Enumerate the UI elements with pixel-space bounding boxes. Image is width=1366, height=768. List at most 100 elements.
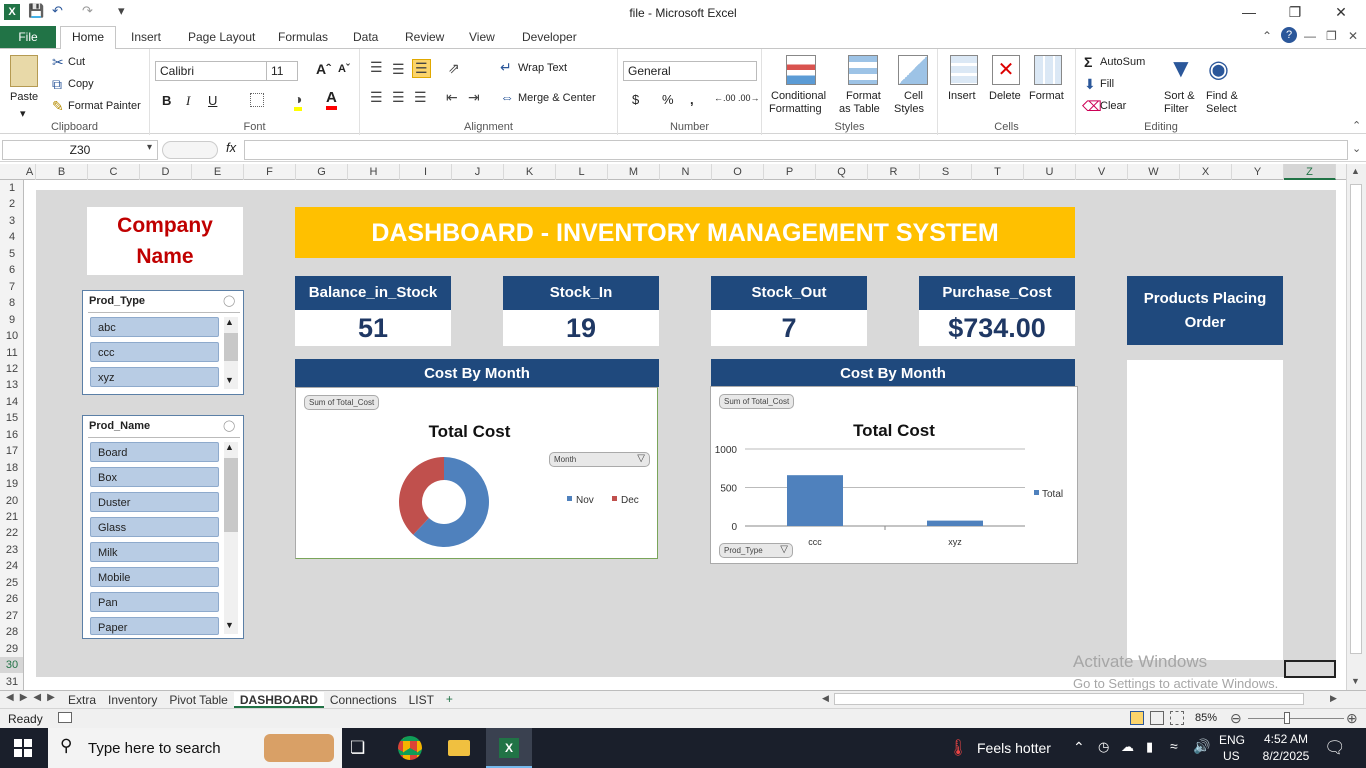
page-layout-view-icon[interactable]: [1150, 711, 1164, 725]
orientation-icon[interactable]: ⇗: [448, 60, 460, 77]
row-header[interactable]: 5: [0, 246, 23, 262]
clear-button[interactable]: Clear: [1100, 100, 1126, 112]
tab-view[interactable]: View: [469, 30, 495, 44]
column-header[interactable]: U: [1024, 164, 1076, 180]
clear-filter-icon[interactable]: ◯: [223, 419, 235, 432]
vertical-scrollbar[interactable]: ▲ ▼: [1346, 164, 1366, 690]
horizontal-scrollbar[interactable]: ◀ ▶: [812, 691, 1348, 707]
tab-formulas[interactable]: Formulas: [278, 30, 328, 44]
row-header[interactable]: 7: [0, 279, 23, 295]
cell-styles-label[interactable]: Cell: [904, 90, 923, 102]
row-header[interactable]: 6: [0, 262, 23, 278]
column-header[interactable]: G: [296, 164, 348, 180]
shrink-font-icon[interactable]: Aˇ: [338, 63, 350, 75]
zoom-out-icon[interactable]: ⊖: [1230, 710, 1242, 727]
sheet-tab[interactable]: DASHBOARD: [233, 692, 324, 708]
paste-dropdown-icon[interactable]: ▾: [20, 107, 26, 120]
sheet-tab[interactable]: Pivot Table: [163, 692, 233, 708]
tab-review[interactable]: Review: [405, 30, 444, 44]
comma-button[interactable]: ,: [690, 92, 694, 107]
column-header[interactable]: P: [764, 164, 816, 180]
column-header[interactable]: T: [972, 164, 1024, 180]
slicer-scrollbar[interactable]: ▲ ▼: [224, 317, 238, 389]
slicer-item[interactable]: Board: [90, 442, 219, 462]
copy-icon[interactable]: ⧉: [52, 76, 62, 93]
onedrive-icon[interactable]: ☁: [1121, 739, 1134, 755]
merge-center-button[interactable]: Merge & Center: [518, 92, 596, 104]
bar-chart[interactable]: Sum of Total_Cost Total Cost Prod_Type ▽ …: [710, 386, 1078, 564]
column-header[interactable]: Y: [1232, 164, 1284, 180]
scroll-left-icon[interactable]: ◀: [822, 693, 829, 704]
column-header[interactable]: H: [348, 164, 400, 180]
row-header[interactable]: 2: [0, 196, 23, 212]
insert-function-button[interactable]: fx: [226, 140, 236, 155]
scroll-thumb[interactable]: [1350, 184, 1362, 654]
column-header[interactable]: R: [868, 164, 920, 180]
delete-cells-button[interactable]: Delete: [989, 90, 1021, 102]
sheet-nav-arrows-icon[interactable]: ◀▶◀▶: [6, 692, 61, 703]
slicer-item[interactable]: ccc: [90, 342, 219, 362]
row-header[interactable]: 3: [0, 213, 23, 229]
weather-text[interactable]: Feels hotter: [977, 740, 1051, 756]
collapse-ribbon-icon[interactable]: ⌃: [1262, 29, 1272, 43]
bar-xyz[interactable]: [927, 520, 983, 526]
increase-indent-icon[interactable]: ⇥: [468, 89, 480, 106]
row-header[interactable]: 25: [0, 575, 23, 591]
zoom-slider-thumb[interactable]: [1284, 712, 1290, 724]
scroll-thumb[interactable]: [224, 458, 238, 532]
fill-button[interactable]: Fill: [1100, 78, 1114, 90]
row-header[interactable]: 20: [0, 493, 23, 509]
row-header[interactable]: 19: [0, 476, 23, 492]
select-label[interactable]: Select: [1206, 103, 1237, 115]
scroll-up-icon[interactable]: ▲: [225, 317, 234, 327]
tab-home[interactable]: Home: [60, 26, 116, 49]
row-header[interactable]: 22: [0, 525, 23, 541]
scroll-right-icon[interactable]: ▶: [1330, 693, 1337, 704]
row-header[interactable]: 14: [0, 394, 23, 410]
format-cells-button[interactable]: Format: [1029, 90, 1064, 102]
slicer-item[interactable]: Mobile: [90, 567, 219, 587]
column-header[interactable]: N: [660, 164, 712, 180]
minimize-button[interactable]: —: [1226, 4, 1272, 24]
clock-date[interactable]: 8/2/2025: [1256, 749, 1316, 763]
row-header[interactable]: 28: [0, 624, 23, 640]
name-box[interactable]: Z30: [2, 140, 158, 160]
row-header[interactable]: 9: [0, 312, 23, 328]
autosum-button[interactable]: AutoSum: [1100, 56, 1145, 68]
insert-cells-button[interactable]: Insert: [948, 90, 976, 102]
selected-cell[interactable]: [1284, 660, 1336, 678]
slicer-item[interactable]: xyz: [90, 367, 219, 387]
increase-decimal-icon[interactable]: ←.00: [714, 93, 736, 103]
wifi-icon[interactable]: ≈: [1170, 738, 1178, 754]
scroll-down-icon[interactable]: ▼: [225, 620, 234, 630]
tab-data[interactable]: Data: [353, 30, 378, 44]
copy-button[interactable]: Copy: [68, 78, 94, 90]
sheet-tab[interactable]: LIST: [403, 692, 440, 708]
column-header[interactable]: W: [1128, 164, 1180, 180]
cell-styles-sub[interactable]: Styles: [894, 103, 924, 115]
italic-button[interactable]: I: [186, 93, 190, 109]
slicer-item[interactable]: Milk: [90, 542, 219, 562]
format-painter-button[interactable]: Format Painter: [68, 100, 141, 112]
tab-page-layout[interactable]: Page Layout: [188, 30, 255, 44]
column-header[interactable]: O: [712, 164, 764, 180]
format-as-table-sub[interactable]: as Table: [839, 103, 880, 115]
format-painter-icon[interactable]: ✎: [52, 98, 64, 115]
format-cells-icon[interactable]: [1034, 55, 1062, 85]
windows-start-icon[interactable]: [14, 739, 32, 757]
column-header[interactable]: E: [192, 164, 244, 180]
sheet-tab[interactable]: Connections: [324, 692, 403, 708]
borders-icon[interactable]: [250, 93, 264, 107]
notifications-icon[interactable]: 🗨: [1324, 738, 1346, 758]
top-align-icon[interactable]: ☰: [370, 59, 383, 76]
column-header[interactable]: C: [88, 164, 140, 180]
language-us[interactable]: US: [1223, 749, 1240, 763]
fill-color-icon[interactable]: ◑: [294, 91, 303, 111]
row-header[interactable]: 27: [0, 608, 23, 624]
row-header[interactable]: 23: [0, 542, 23, 558]
column-header[interactable]: F: [244, 164, 296, 180]
restore-button[interactable]: ❐: [1272, 4, 1318, 24]
slicer-item[interactable]: Duster: [90, 492, 219, 512]
row-header[interactable]: 11: [0, 345, 23, 361]
row-header[interactable]: 17: [0, 443, 23, 459]
